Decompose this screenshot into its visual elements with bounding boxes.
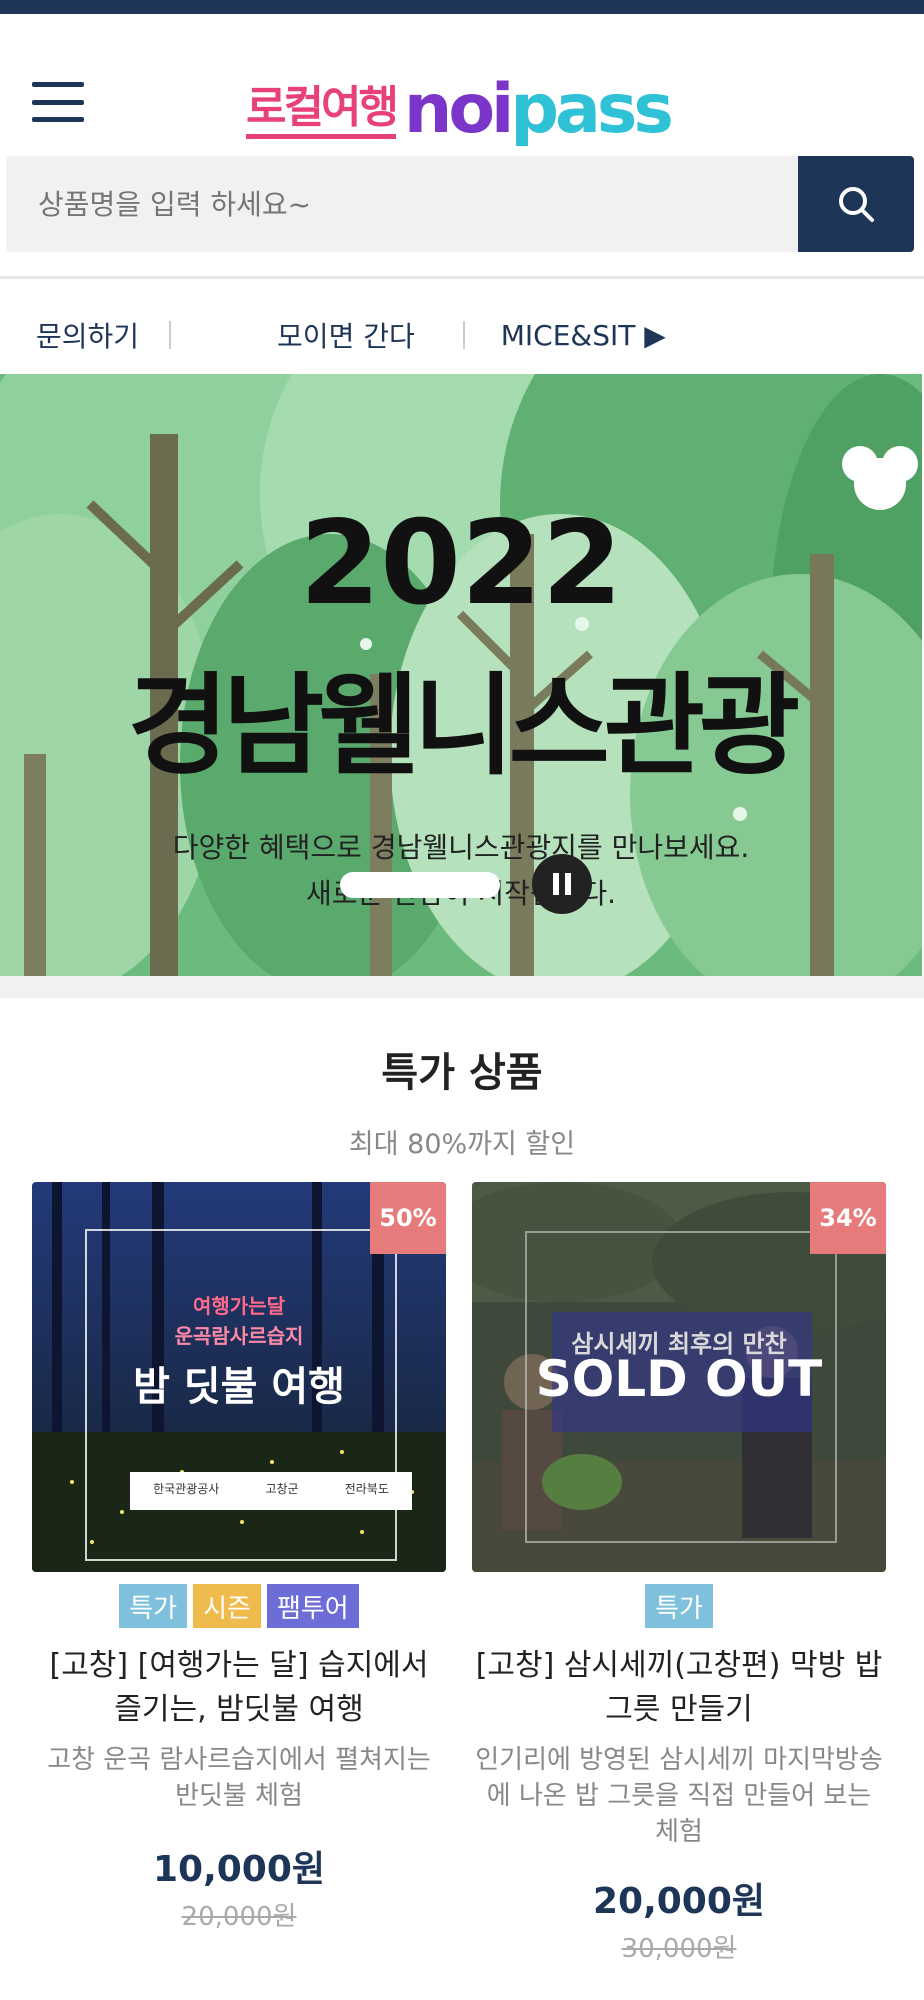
product-description: 인기리에 방영된 삼시세끼 마지막방송에 나온 밥 그릇을 직접 만들어 보는 … [475,1745,883,1847]
tag: 시즌 [193,1584,261,1628]
thumb-caption-small: 여행가는달 [193,1294,285,1318]
search-bar [6,156,914,252]
section-gap [0,976,924,998]
discount-badge: 34% [810,1182,886,1254]
partner-logo: 한국관광공사 [153,1482,220,1496]
main-banner[interactable]: 2022 경남웰니스관광 다양한 혜택으로 경남웰니스관광지를 만나보세요. 새… [0,374,922,976]
top-status-bar [0,0,924,14]
divider [0,276,924,279]
product-thumbnail[interactable]: 여행가는달 운곡람사르습지 밤 딧불 여행 한국관광공사 고창군 전라북도 50… [32,1182,446,1572]
product-price: 10,000원 [152,1849,326,1890]
search-input[interactable] [6,156,798,252]
logo-korean-text: 로컬여행 [246,82,399,139]
product-title[interactable]: [고창] 삼시세끼(고창편) 막방 밥그릇 만들기 [472,1644,886,1732]
partner-logos: 한국관광공사 고창군 전라북도 [130,1480,412,1497]
tag: 특가 [645,1584,713,1628]
logo-pass-text: pass [510,70,674,149]
partner-logo: 전라북도 [344,1482,389,1496]
sold-out-label: SOLD OUT [535,1350,823,1408]
tag-list: 특가 시즌 팸투어 [32,1584,446,1628]
section-subtitle: 최대 80%까지 할인 [348,1129,576,1160]
product-card[interactable]: 여행가는달 운곡람사르습지 밤 딧불 여행 한국관광공사 고창군 전라북도 50… [32,1182,446,1933]
thumb-caption-big: 밤 딧불 여행 [133,1364,345,1410]
pause-icon[interactable] [532,854,592,914]
discount-badge: 50% [370,1182,446,1254]
thumb-caption-mid: 운곡람사르습지 [174,1324,304,1348]
nav-item-inquiry[interactable]: 문의하기 [36,315,139,355]
tag: 팸투어 [266,1584,359,1628]
section-title: 특가 상품 [381,1050,543,1096]
banner-title: 경남웰니스관광 [127,662,800,790]
nav-item-group-travel[interactable]: 모이면 간다 [277,315,415,355]
banner-year: 2022 [299,496,623,631]
nav-separator [169,321,172,349]
slide-indicator[interactable] [340,872,500,898]
hamburger-menu-icon[interactable] [32,82,84,122]
logo-noi-text: noi [403,70,514,149]
search-button[interactable] [798,156,914,252]
product-title[interactable]: [고창] [여행가는 달] 습지에서 즐기는, 밤딧불 여행 [32,1644,446,1732]
logo[interactable]: 로컬여행 noi pass [246,70,674,149]
nav-bar: 문의하기 모이면 간다 MICE&SIT ▶ [0,300,924,370]
product-description: 고창 운곡 람사르습지에서 펼쳐지는 반딧불 체험 [47,1745,431,1811]
partner-logo: 고창군 [265,1482,299,1496]
tag: 특가 [119,1584,188,1628]
product-card[interactable]: 삼시세끼 최후의 만찬 SOLD OUT 34% 특가 [고창] 삼시세끼(고창… [472,1182,886,1965]
product-original-price: 20,000원 [181,1902,297,1932]
nav-item-mice-sit[interactable]: MICE&SIT ▶ [501,319,666,352]
banner-subtitle-1: 다양한 혜택으로 경남웰니스관광지를 만나보세요. [172,831,750,864]
product-original-price: 30,000원 [621,1934,737,1964]
product-price: 20,000원 [592,1881,766,1922]
tag-list: 특가 [472,1584,886,1628]
nav-separator [462,321,465,349]
header: 로컬여행 noi pass [0,14,924,162]
product-thumbnail[interactable]: 삼시세끼 최후의 만찬 SOLD OUT 34% [472,1182,886,1572]
search-icon [839,187,874,222]
